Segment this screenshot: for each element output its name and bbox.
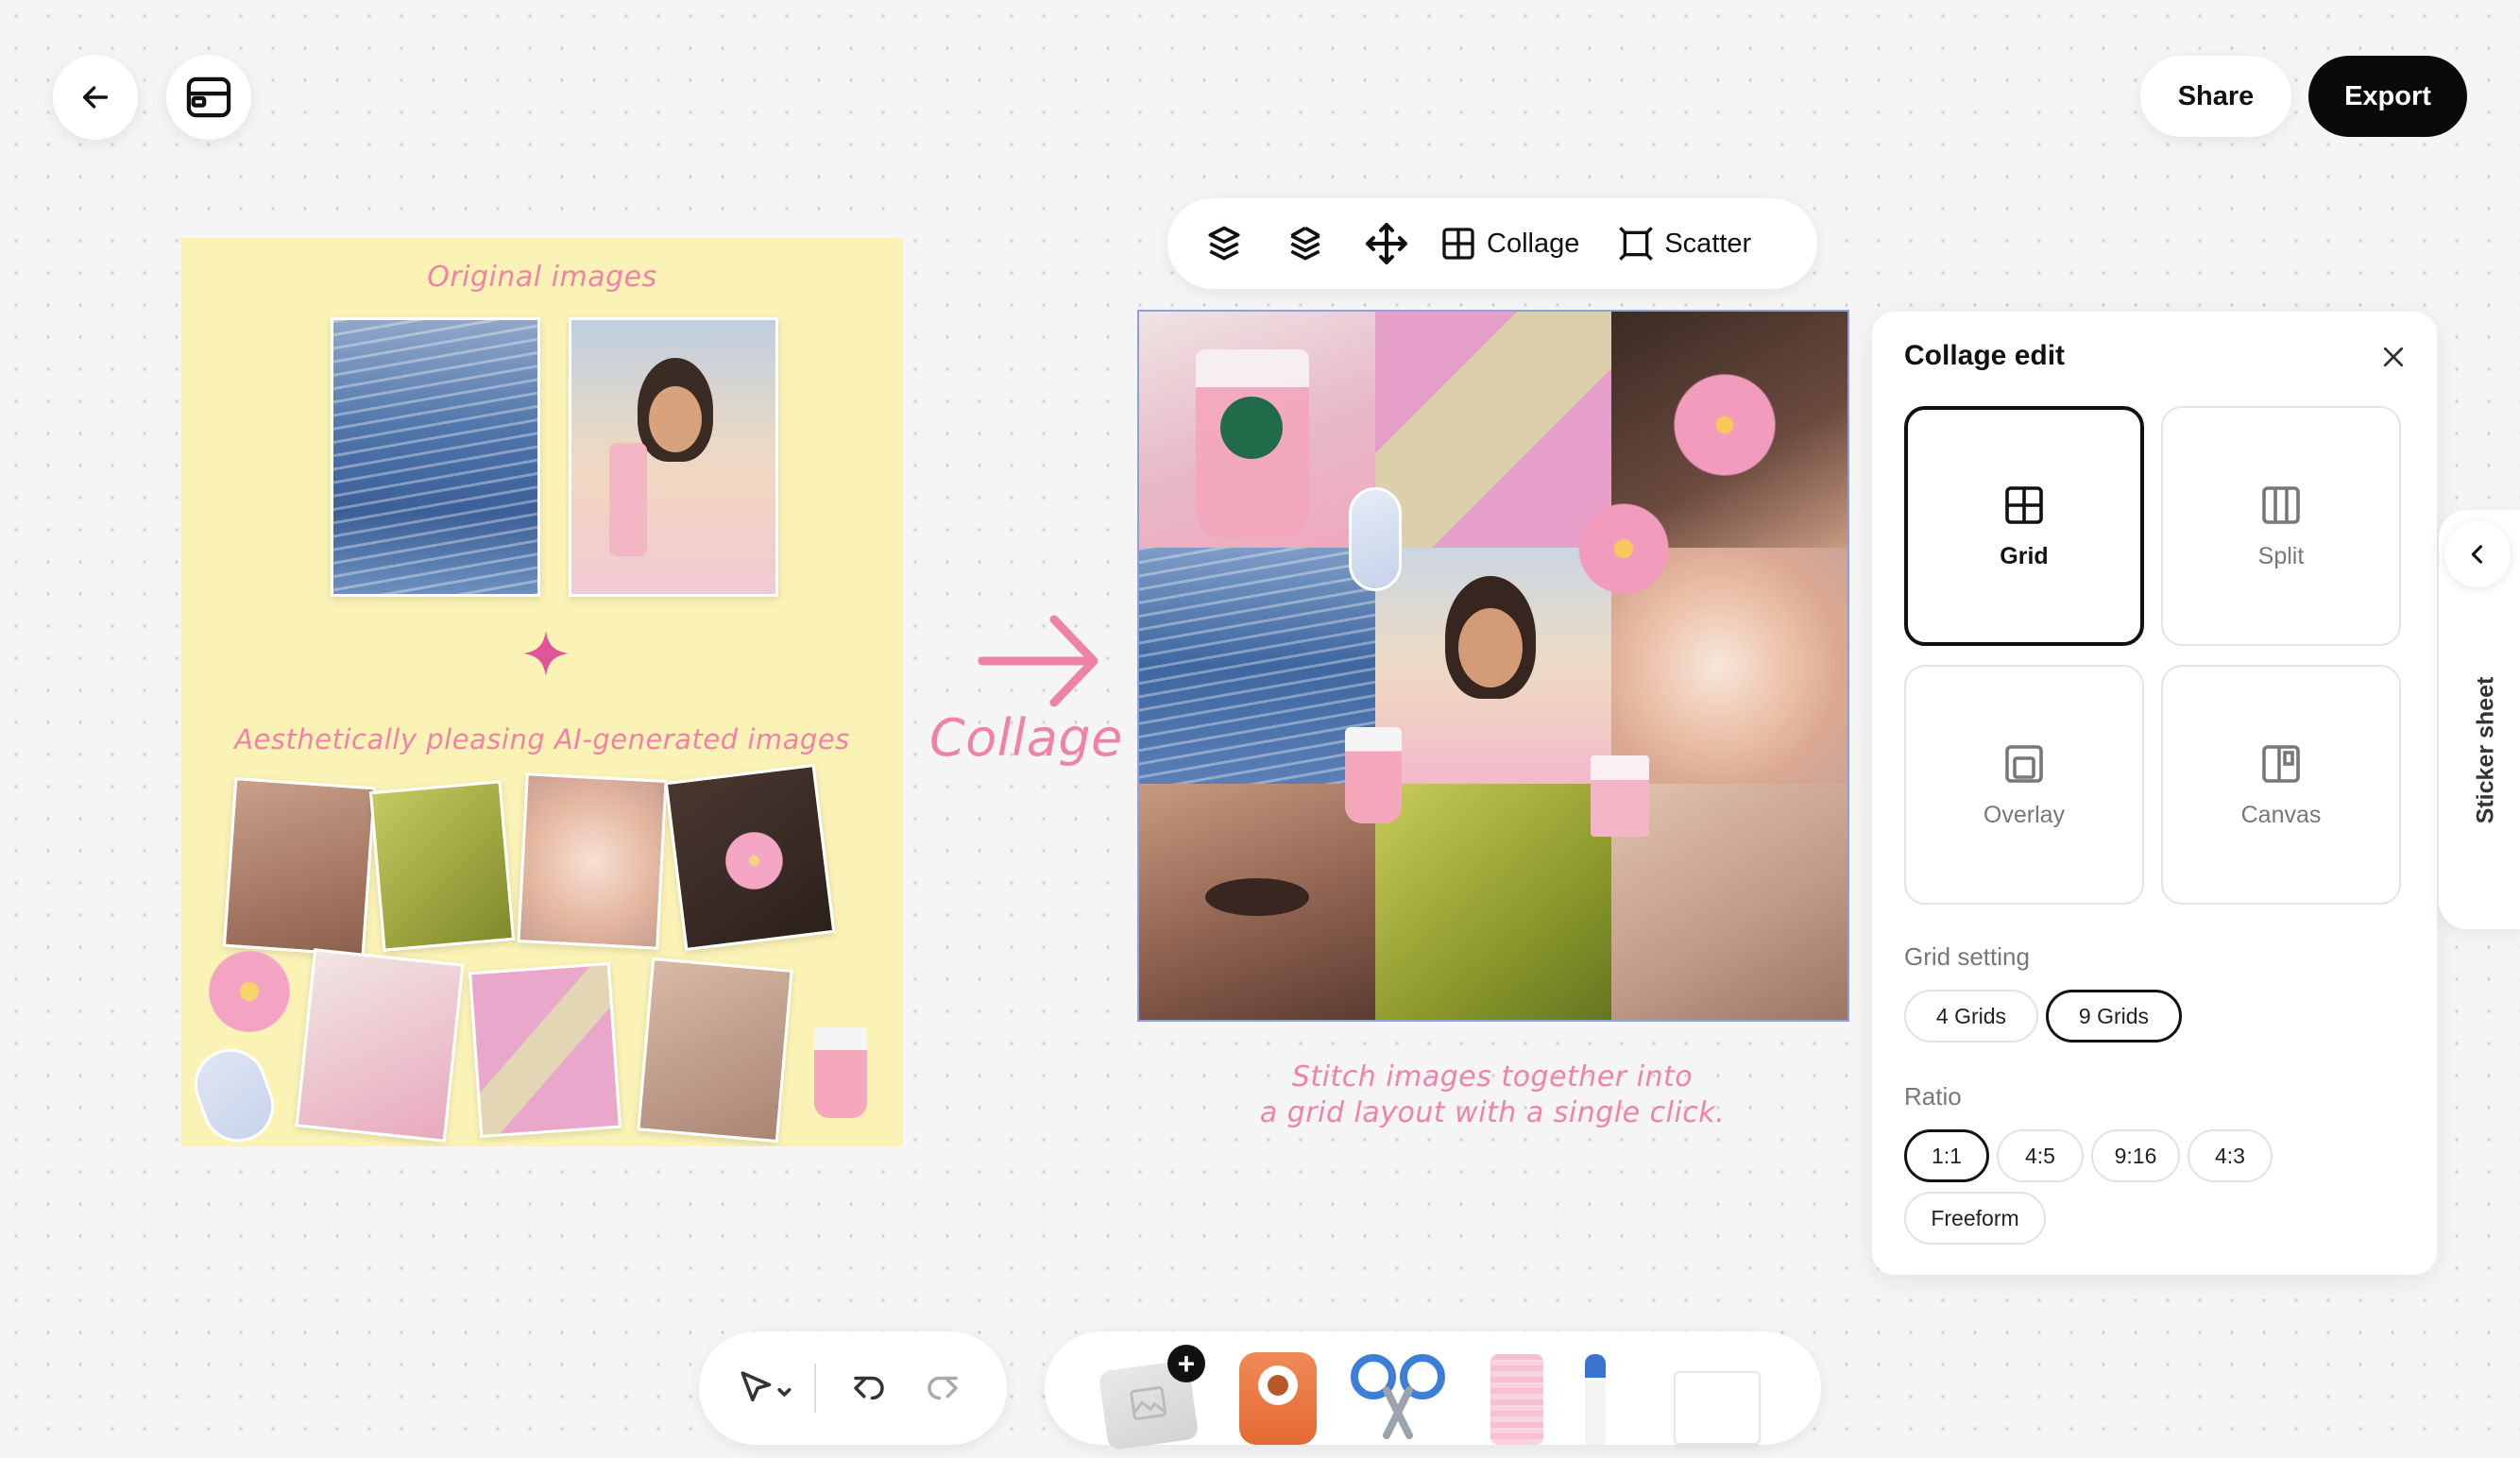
ratio-option-1-1[interactable]: 1:1 [1904,1129,1989,1182]
canvas-layout-icon [2262,744,2300,783]
layout-card-label: Canvas [2240,801,2322,828]
chevron-left-icon [2471,545,2483,564]
girl-beach-photo[interactable] [569,317,778,597]
ai-image-eye[interactable] [222,776,377,958]
collage-grid[interactable] [1137,310,1849,1022]
collage-cell-eye[interactable] [1139,784,1375,1020]
stack-down-icon [1290,226,1320,261]
close-panel-button[interactable] [2373,336,2414,378]
layout-card-grid[interactable]: Grid [1904,406,2144,646]
card-stack-icon [186,76,231,118]
ratio-option-4-5[interactable]: 4:5 [1997,1129,2084,1182]
collage-flower-sticker[interactable] [1572,497,1676,601]
grid-option-9[interactable]: 9 Grids [2046,990,2182,1043]
collage-mode-button[interactable]: Collage [1439,225,1617,263]
collage-cell-girl[interactable] [1375,548,1611,784]
scatter-mode-button[interactable]: Scatter [1617,225,1789,263]
dock-divider [814,1364,816,1413]
hole-punch-tool[interactable] [1239,1352,1317,1445]
stack-up-icon [1208,226,1240,261]
caption-line-2: a grid layout with a single click. [1259,1096,1726,1129]
collage-caption: Stitch images together into a grid layou… [1133,1060,1851,1131]
panel-title: Collage edit [1904,340,2066,371]
back-button[interactable] [53,55,138,140]
craft-tools-dock: + [1045,1331,1821,1451]
layout-card-split[interactable]: Split [2161,406,2401,646]
layout-card-label: Split [2257,542,2305,569]
scatter-icon [1619,227,1654,261]
sticker-sheet-tab[interactable]: Sticker sheet [2439,510,2520,929]
ratio-option-4-3[interactable]: 4:3 [2188,1129,2273,1182]
original-images-board: Original images Aesthetically pleasing A… [181,238,903,1146]
share-button[interactable]: Share [2140,56,2291,137]
ai-image-fabric[interactable] [468,961,621,1139]
collage-mode-label: Collage [1487,228,1580,259]
collage-cell-drink[interactable] [1139,312,1375,548]
collage-milk-sticker[interactable] [1591,755,1649,837]
edit-tools-dock [699,1331,1007,1445]
close-icon [2383,347,2404,367]
expand-sticker-sheet-button[interactable] [2444,521,2511,587]
flower-sticker[interactable] [204,946,295,1037]
sticker-sheet-label: Sticker sheet [2472,676,2499,824]
grid-option-4[interactable]: 4 Grids [1904,990,2038,1043]
board-bottom-title: Aesthetically pleasing AI-generated imag… [234,723,850,755]
send-backward-button[interactable] [1277,215,1334,272]
ratio-label: Ratio [1904,1082,1962,1110]
grid-layout-icon [2005,485,2043,524]
collage-nail-sticker[interactable] [1349,487,1402,591]
ai-image-flower-hair[interactable] [664,763,836,952]
redo-button[interactable] [916,1362,969,1415]
caption-line-1: Stitch images together into [1291,1060,1694,1094]
layers-button[interactable] [166,55,251,140]
layout-card-canvas[interactable]: Canvas [2161,665,2401,905]
undo-button[interactable] [843,1362,895,1415]
washi-tape-tool[interactable] [1490,1354,1543,1445]
export-button[interactable]: Export [2308,56,2467,137]
undo-icon [854,1376,884,1400]
add-image-plus-icon[interactable]: + [1167,1345,1205,1382]
move-button[interactable] [1358,215,1415,272]
image-icon [1130,1386,1167,1420]
layout-card-label: Grid [2000,542,2049,569]
split-layout-icon [2262,485,2300,524]
collage-cell-ocean[interactable] [1139,548,1375,784]
ocean-photo[interactable] [331,317,540,597]
select-tool-button[interactable] [731,1360,801,1416]
ratio-option-freeform[interactable]: Freeform [1904,1192,2046,1245]
arrow-left-icon [82,86,109,109]
ai-image-shell[interactable] [517,772,668,950]
grid-setting-label: Grid setting [1904,942,2030,971]
pen-tool[interactable] [1585,1354,1606,1445]
ratio-option-9-16[interactable]: 9:16 [2091,1129,2180,1182]
plus-sparkle-icon [523,631,569,676]
collage-cell-leaf[interactable] [1375,784,1611,1020]
notepad-tool[interactable] [1674,1371,1761,1445]
layout-card-overlay[interactable]: Overlay [1904,665,2144,905]
layout-card-label: Overlay [1983,801,2066,828]
pointer-icon [741,1371,792,1402]
overlay-layout-icon [2005,744,2043,783]
collage-toolbar: Collage Scatter [1167,198,1817,289]
scissors-icon [1351,1354,1445,1439]
scissors-tool[interactable] [1349,1347,1447,1441]
board-top-title: Original images [427,261,657,294]
cup-sticker[interactable] [814,1027,867,1118]
bring-forward-button[interactable] [1196,215,1252,272]
ai-image-leaf[interactable] [368,780,516,952]
move-icon [1366,223,1407,264]
collage-cell-fabric[interactable] [1375,312,1611,548]
collage-edit-panel: Collage edit Grid Split Overlay Canvas G… [1872,312,2437,1275]
grid-icon [1442,228,1474,260]
arrow-label: Collage [929,708,1123,768]
ai-image-drink[interactable] [295,948,465,1143]
arrow-right-icon [978,615,1098,707]
collage-cup-sticker[interactable] [1345,727,1402,823]
nail-sticker[interactable] [184,1039,284,1146]
scatter-mode-label: Scatter [1664,228,1752,259]
redo-icon [928,1376,958,1400]
ai-image-nails[interactable] [637,957,793,1144]
